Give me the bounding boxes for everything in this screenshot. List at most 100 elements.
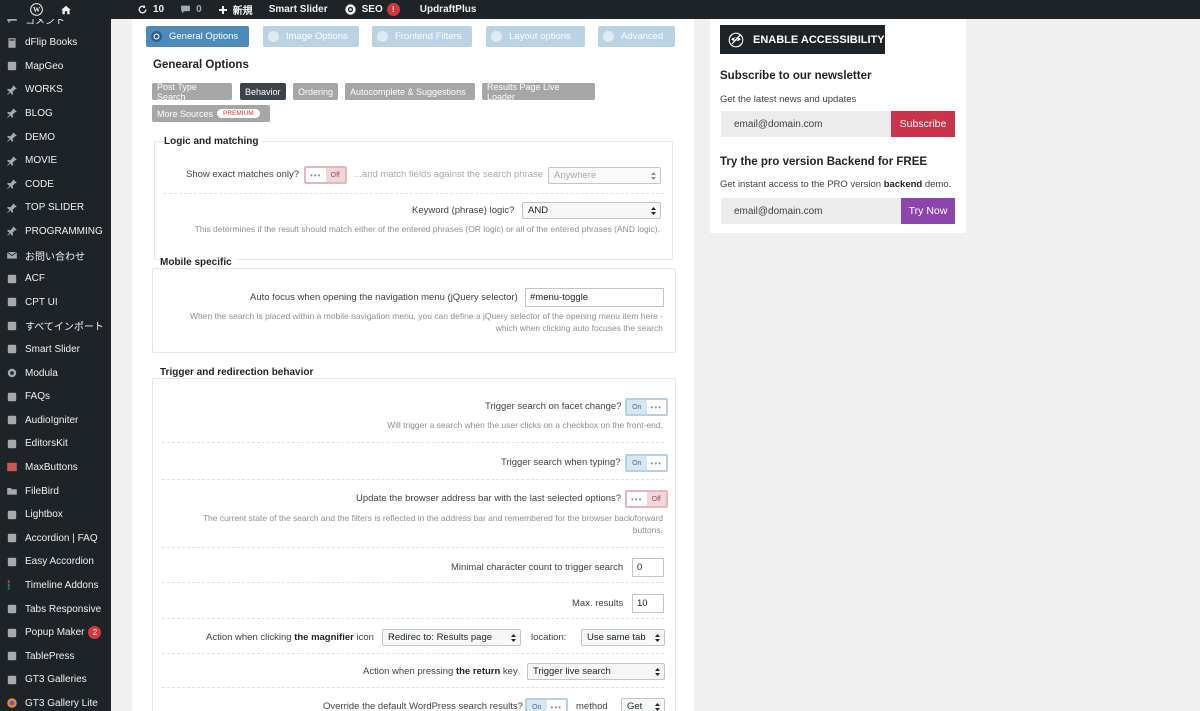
- gallery-lite-icon: [5, 696, 19, 710]
- sidebar-item-29[interactable]: GT3 Gallery Lite: [0, 692, 111, 711]
- sidebar-item-13[interactable]: すべてインポート: [0, 315, 111, 337]
- sidebar-item-14[interactable]: Smart Slider: [0, 338, 111, 360]
- filter-icon: [377, 31, 388, 42]
- method-select[interactable]: Get: [621, 698, 665, 711]
- pin-icon: [5, 177, 19, 191]
- sidebar-item-6[interactable]: MOVIE: [0, 150, 111, 172]
- sidebar-item-18[interactable]: EditorsKit: [0, 433, 111, 455]
- match-fields-select[interactable]: Anywhere: [548, 167, 661, 184]
- tab-image-options[interactable]: Image Options: [263, 26, 359, 47]
- sidebar-item-label: GT3 Gallery Lite: [25, 697, 98, 709]
- autofocus-selector-input[interactable]: #menu-toggle: [525, 288, 664, 307]
- sidebar-item-4[interactable]: BLOG: [0, 102, 111, 124]
- wordpress-logo-button[interactable]: W: [0, 0, 56, 19]
- tab-label: Layout options: [509, 31, 571, 42]
- sidebar-item-12[interactable]: CPT UI: [0, 291, 111, 313]
- tab-advanced[interactable]: Advanced: [598, 26, 675, 47]
- subscribe-button[interactable]: Subscribe: [891, 111, 955, 137]
- override-search-toggle[interactable]: On •••: [525, 698, 568, 711]
- sidebar-item-16[interactable]: FAQs: [0, 386, 111, 408]
- method-value: Get: [627, 701, 643, 711]
- location-label: location:: [531, 632, 567, 643]
- subtab-more-sources[interactable]: More Sources PREMIUM: [152, 105, 270, 122]
- toggle-state: On: [627, 456, 647, 470]
- table-icon: [5, 649, 19, 663]
- sidebar-item-label: Easy Accordion: [25, 556, 94, 568]
- sidebar-item-19[interactable]: MaxButtons: [0, 456, 111, 478]
- subtab-autocomplete[interactable]: Autocomplete & Suggestions: [345, 83, 475, 100]
- sidebar-item-15[interactable]: Modula: [0, 362, 111, 384]
- new-content-button[interactable]: 新規: [210, 0, 261, 19]
- subtab-post-type-search[interactable]: Post Type Search: [152, 82, 232, 102]
- facet-change-toggle[interactable]: On •••: [625, 398, 668, 416]
- sidebar-item-22[interactable]: Accordion | FAQ: [0, 527, 111, 549]
- keyword-logic-select[interactable]: AND: [522, 202, 661, 219]
- match-fields-label: ...and match fields against the search p…: [354, 169, 544, 180]
- sidebar-item-21[interactable]: Lightbox: [0, 504, 111, 526]
- subtab-ordering[interactable]: Ordering: [293, 83, 338, 100]
- sidebar-item-25[interactable]: Tabs Responsive: [0, 598, 111, 620]
- sidebar-item-8[interactable]: TOP SLIDER: [0, 197, 111, 219]
- plus-icon: [218, 5, 227, 14]
- sidebar-item-10[interactable]: お問い合わせ: [0, 244, 111, 266]
- sidebar-item-1[interactable]: dFlip Books: [0, 32, 111, 54]
- newsletter-email-input[interactable]: email@domain.com: [721, 111, 891, 137]
- tab-layout-options[interactable]: Layout options: [486, 26, 585, 47]
- sidebar-item-11[interactable]: ACF: [0, 268, 111, 290]
- typing-toggle[interactable]: On •••: [625, 454, 668, 472]
- audio-icon: [5, 413, 19, 427]
- address-bar-toggle[interactable]: ••• Off: [625, 490, 668, 508]
- tab-label: Advanced: [621, 31, 664, 42]
- tab-label: Frontend Filters: [395, 31, 462, 42]
- select-arrows-icon: [655, 634, 660, 642]
- sidebar-item-17[interactable]: AudioIgniter: [0, 409, 111, 431]
- sidebar-item-3[interactable]: WORKS: [0, 79, 111, 101]
- home-button[interactable]: [56, 0, 85, 19]
- sidebar-item-7[interactable]: CODE: [0, 173, 111, 195]
- facet-change-label: Trigger search on facet change?: [485, 401, 622, 412]
- separator: [162, 582, 664, 583]
- min-char-input[interactable]: 0: [632, 558, 664, 577]
- max-results-input[interactable]: 10: [632, 594, 664, 613]
- sidebar-item-20[interactable]: FileBird: [0, 480, 111, 502]
- seo-alert-badge: !: [386, 3, 400, 16]
- sidebar-item-label: すべてインポート: [25, 322, 104, 334]
- tab-frontend-filters[interactable]: Frontend Filters: [372, 26, 472, 47]
- sidebar-item-label: BLOG: [25, 107, 53, 119]
- subtab-behavior[interactable]: Behavior: [240, 83, 286, 100]
- sidebar-item-28[interactable]: GT3 Galleries: [0, 669, 111, 691]
- comments-count: 0: [196, 4, 202, 15]
- return-action-select[interactable]: Trigger live search: [527, 663, 665, 680]
- sidebar-item-label: CPT UI: [25, 296, 58, 308]
- sidebar-item-26[interactable]: Popup Maker 2: [0, 622, 111, 644]
- pin-icon: [5, 154, 19, 168]
- sidebar-item-9[interactable]: PROGRAMMING: [0, 220, 111, 242]
- updraftplus-menu[interactable]: UpdraftPlus: [408, 0, 485, 19]
- subtab-results-live-loader[interactable]: Results Page Live Loader: [482, 82, 595, 102]
- seo-label: SEO: [361, 4, 383, 15]
- try-now-button[interactable]: Try Now: [901, 198, 955, 224]
- sidebar-item-5[interactable]: DEMO: [0, 126, 111, 148]
- sidebar-item-23[interactable]: Easy Accordion: [0, 551, 111, 573]
- enable-accessibility-button[interactable]: ENABLE ACCESSIBILITY: [720, 25, 885, 54]
- toggle-handle: •••: [550, 702, 562, 711]
- pin-icon: [5, 224, 19, 238]
- comments-button[interactable]: 0: [172, 0, 210, 19]
- magnifier-action-select[interactable]: Redirec to: Results page: [382, 629, 521, 646]
- seo-menu[interactable]: SEO !: [336, 0, 408, 19]
- sidebar-item-2[interactable]: MapGeo: [0, 55, 111, 77]
- slider-icon: [5, 342, 19, 356]
- sidebar-item-0[interactable]: コメント: [0, 19, 111, 30]
- tab-general-options[interactable]: General Options: [146, 26, 249, 47]
- location-select[interactable]: Use same tab: [581, 629, 665, 646]
- sidebar-item-label: MOVIE: [25, 155, 58, 167]
- sidebar-item-24[interactable]: Timeline Addons: [0, 574, 111, 596]
- sidebar-item-27[interactable]: TablePress: [0, 645, 111, 667]
- smart-slider-menu[interactable]: Smart Slider: [261, 0, 336, 19]
- exact-matches-toggle[interactable]: ••• Off: [304, 166, 347, 184]
- pro-email-input[interactable]: email@domain.com: [721, 198, 902, 224]
- pin-icon: [5, 130, 19, 144]
- updates-button[interactable]: 10: [129, 0, 172, 19]
- toggle-state: On: [627, 400, 647, 414]
- address-bar-description-1: The current state of the search and the …: [202, 513, 663, 523]
